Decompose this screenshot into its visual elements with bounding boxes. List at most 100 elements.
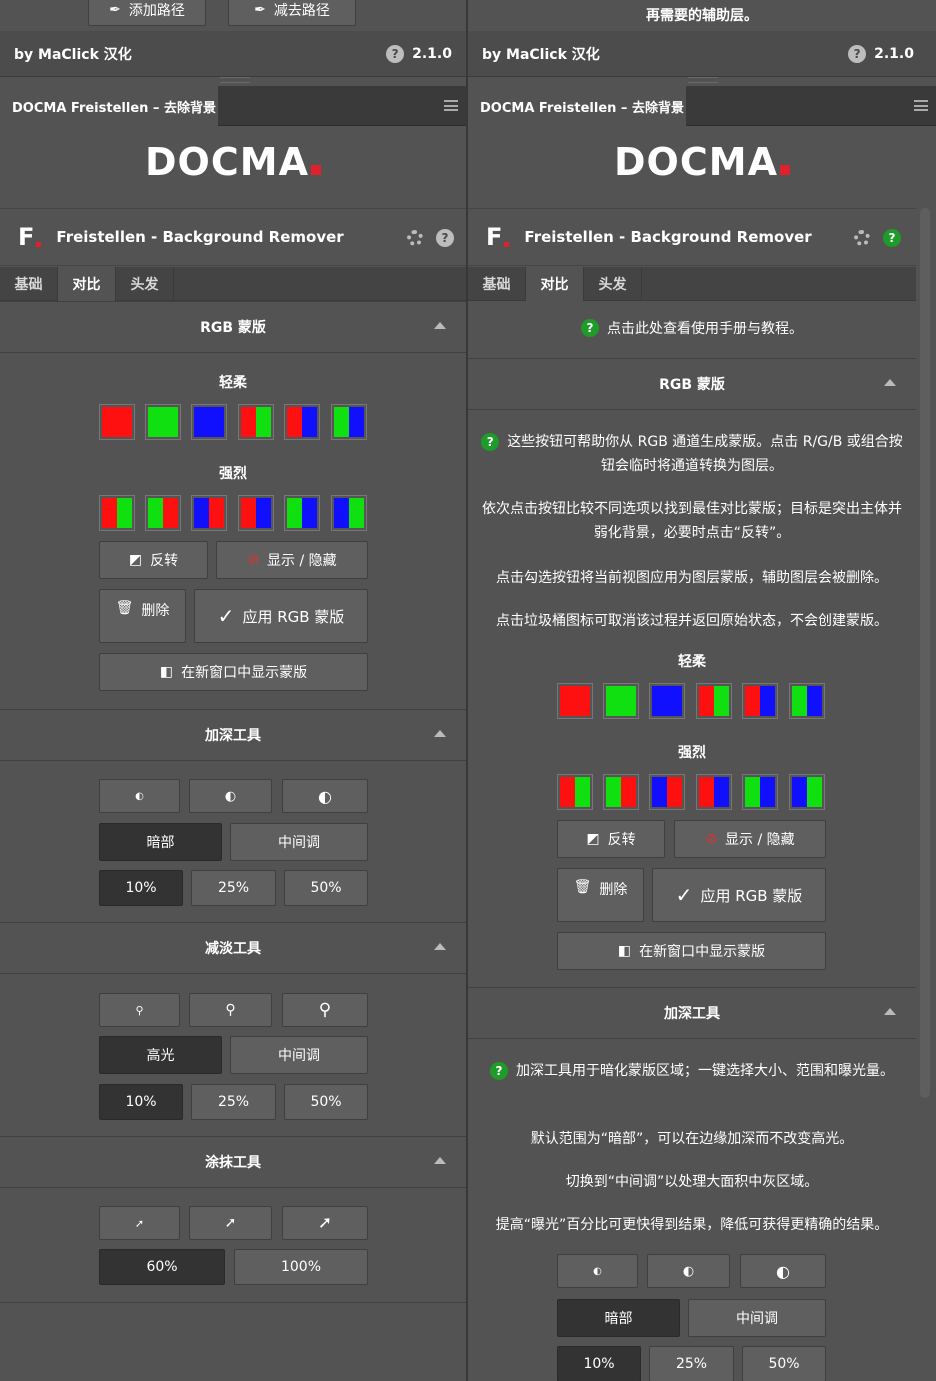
collapse-icon[interactable] (434, 943, 446, 950)
brush-small-button[interactable]: ◐ (557, 1254, 638, 1288)
tab-hair[interactable]: 头发 (584, 267, 642, 301)
exposure-10-button[interactable]: 10% (99, 1084, 183, 1120)
swatch-green-red[interactable] (99, 495, 135, 531)
collapse-icon[interactable] (434, 730, 446, 737)
burn-tool-section-header[interactable]: 加深工具 (0, 709, 466, 761)
swatch-red-green[interactable] (238, 404, 274, 440)
range-midtones-button[interactable]: 中间调 (230, 823, 368, 861)
panel-footer: by MaClick 汉化 ? 2.1.0 (468, 31, 936, 77)
show-mask-new-window-button[interactable]: ◧ 在新窗口中显示蒙版 (99, 653, 368, 691)
panel-menu-icon[interactable] (914, 100, 928, 111)
range-shadows-button[interactable]: 暗部 (99, 823, 222, 861)
invert-button[interactable]: ◩ 反转 (99, 541, 208, 579)
resize-grip[interactable] (688, 77, 718, 83)
swatch-red-blue[interactable] (284, 404, 320, 440)
strength-100-button[interactable]: 100% (234, 1249, 368, 1285)
swatch-blue[interactable] (191, 404, 227, 440)
add-path-button[interactable]: ✒ 添加路径 (88, 0, 206, 26)
help-icon[interactable]: ? (436, 229, 454, 247)
delete-button[interactable]: 🗑 删除 (557, 868, 644, 922)
swatch-red-green-2[interactable] (145, 495, 181, 531)
panel-tab[interactable]: DOCMA Freistellen – 去除背景 (468, 86, 686, 126)
brush-small-button[interactable]: ◐ (99, 779, 180, 813)
resize-grip[interactable] (220, 77, 250, 83)
exposure-50-button[interactable]: 50% (742, 1346, 826, 1381)
swatch-blue-green[interactable] (789, 774, 825, 810)
panel-tab[interactable]: DOCMA Freistellen – 去除背景 (0, 86, 218, 126)
swatch-red-green-2[interactable] (603, 774, 639, 810)
tab-basic[interactable]: 基础 (468, 267, 526, 301)
brush-medium-button[interactable]: ◐ (189, 779, 272, 813)
exposure-25-button[interactable]: 25% (191, 870, 276, 906)
rgb-mask-section-header[interactable]: RGB 蒙版 (0, 301, 466, 353)
range-highlights-button[interactable]: 高光 (99, 1036, 222, 1074)
exposure-50-button[interactable]: 50% (284, 870, 368, 906)
tab-hair[interactable]: 头发 (116, 267, 174, 301)
delete-button[interactable]: 🗑 删除 (99, 589, 186, 643)
help-icon-active[interactable]: ? (883, 229, 901, 247)
dodge-large-button[interactable]: ⚲ (282, 993, 368, 1027)
smudge-medium-button[interactable]: ➚ (189, 1206, 272, 1240)
swatch-blue-green[interactable] (331, 495, 367, 531)
swatch-green-blue[interactable] (331, 404, 367, 440)
burn-tool-section-header[interactable]: 加深工具 (468, 987, 916, 1039)
show-mask-new-window-button[interactable]: ◧ 在新窗口中显示蒙版 (557, 932, 826, 970)
exposure-10-button[interactable]: 10% (99, 870, 183, 906)
show-hide-button[interactable]: ⊘ 显示 / 隐藏 (216, 541, 368, 579)
exposure-25-button[interactable]: 25% (191, 1084, 276, 1120)
collapse-icon[interactable] (434, 322, 446, 329)
show-hide-button[interactable]: ⊘ 显示 / 隐藏 (674, 820, 826, 858)
invert-button[interactable]: ◩ 反转 (557, 820, 665, 858)
swatch-green-blue-2[interactable] (742, 774, 778, 810)
brush-large-button[interactable]: ◐ (282, 779, 368, 813)
rgb-mask-section-header[interactable]: RGB 蒙版 (468, 358, 916, 410)
dodge-small-button[interactable]: ⚲ (99, 993, 180, 1027)
swatch-red-green[interactable] (696, 683, 732, 719)
swatch-red-blue[interactable] (742, 683, 778, 719)
tab-contrast[interactable]: 对比 (526, 267, 584, 301)
swatch-red[interactable] (99, 404, 135, 440)
tab-basic[interactable]: 基础 (0, 267, 58, 301)
dodge-medium-button[interactable]: ⚲ (189, 993, 272, 1027)
swatch-blue[interactable] (649, 683, 685, 719)
range-midtones-button[interactable]: 中间调 (230, 1036, 368, 1074)
dodge-tool-section-header[interactable]: 减淡工具 (0, 922, 466, 974)
apply-rgb-mask-button[interactable]: ✓ 应用 RGB 蒙版 (194, 589, 368, 643)
smudge-tool-section-header[interactable]: 涂抹工具 (0, 1136, 466, 1188)
gear-icon[interactable] (407, 230, 423, 246)
swatch-green-red[interactable] (557, 774, 593, 810)
swatch-red-blue-2[interactable] (238, 495, 274, 531)
subtract-path-button[interactable]: ✒ 减去路径 (228, 0, 356, 26)
trash-icon: 🗑 (573, 879, 592, 895)
exposure-25-button[interactable]: 25% (649, 1346, 734, 1381)
scrollbar[interactable] (920, 208, 930, 1098)
help-icon[interactable]: ? (386, 44, 405, 63)
help-icon[interactable]: ? (848, 44, 867, 63)
swatch-blue-red[interactable] (649, 774, 685, 810)
gear-icon[interactable] (854, 230, 870, 246)
range-midtones-button[interactable]: 中间调 (688, 1299, 826, 1337)
brush-large-button[interactable]: ◐ (740, 1254, 826, 1288)
smudge-large-button[interactable]: ➚ (282, 1206, 368, 1240)
brush-medium-button[interactable]: ◐ (647, 1254, 730, 1288)
help-manual-link[interactable]: ? 点击此处查看使用手册与教程。 (468, 318, 916, 338)
collapse-icon[interactable] (434, 1157, 446, 1164)
tab-contrast[interactable]: 对比 (58, 267, 116, 301)
collapse-icon[interactable] (884, 1008, 896, 1015)
swatch-green[interactable] (603, 683, 639, 719)
swatch-green-blue[interactable] (789, 683, 825, 719)
smudge-small-button[interactable]: ➚ (99, 1206, 180, 1240)
collapse-icon[interactable] (884, 379, 896, 386)
range-shadows-button[interactable]: 暗部 (557, 1299, 680, 1337)
strength-60-button[interactable]: 60% (99, 1249, 225, 1285)
swatch-blue-red[interactable] (191, 495, 227, 531)
swatch-green[interactable] (145, 404, 181, 440)
version-text: 2.1.0 (874, 45, 914, 62)
panel-menu-icon[interactable] (444, 100, 458, 111)
apply-rgb-mask-button[interactable]: ✓ 应用 RGB 蒙版 (652, 868, 826, 922)
exposure-10-button[interactable]: 10% (557, 1346, 641, 1381)
swatch-red[interactable] (557, 683, 593, 719)
swatch-red-blue-2[interactable] (696, 774, 732, 810)
swatch-green-blue-2[interactable] (284, 495, 320, 531)
exposure-50-button[interactable]: 50% (284, 1084, 368, 1120)
